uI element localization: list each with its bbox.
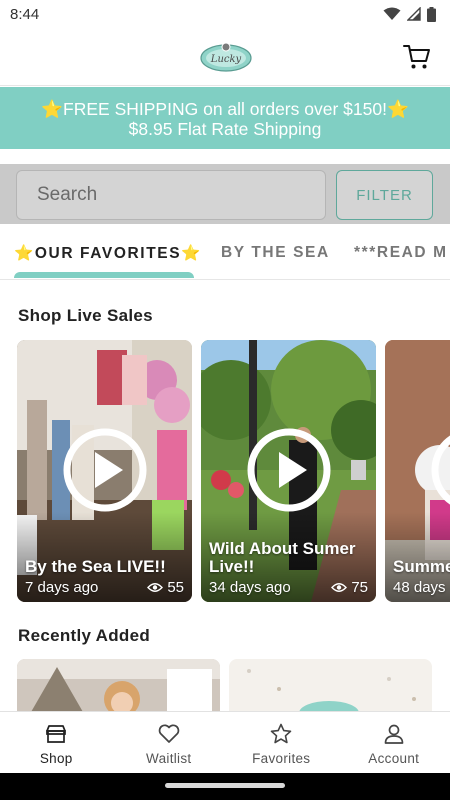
nav-waitlist[interactable]: Waitlist xyxy=(113,712,226,774)
store-logo[interactable]: Lucky xyxy=(199,40,253,74)
person-icon xyxy=(384,724,404,744)
category-tabs: ⭐OUR FAVORITES⭐ BY THE SEA ***READ M xyxy=(0,226,450,280)
tab-by-the-sea[interactable]: BY THE SEA xyxy=(221,226,330,279)
home-gesture-pill[interactable] xyxy=(165,783,285,788)
product-thumbnail xyxy=(229,659,432,711)
tab-read-more[interactable]: ***READ M xyxy=(354,226,448,279)
view-count: 55 xyxy=(147,579,184,596)
view-count-value: 55 xyxy=(167,579,184,596)
product-card[interactable] xyxy=(17,659,220,711)
play-icon[interactable] xyxy=(429,426,450,514)
nav-account-label: Account xyxy=(368,751,420,766)
promo-line-2: $8.95 Flat Rate Shipping xyxy=(128,119,322,139)
live-sale-title: By the Sea LIVE!! xyxy=(25,557,166,576)
signal-icon xyxy=(407,7,421,21)
play-icon[interactable] xyxy=(61,426,149,514)
promo-banner: ⭐FREE SHIPPING on all orders over $150!⭐… xyxy=(0,87,450,149)
eye-icon xyxy=(331,583,348,592)
app-header: Lucky xyxy=(0,28,450,86)
status-time: 8:44 xyxy=(10,5,40,23)
live-sale-title: Summe LIVE!! xyxy=(393,557,450,576)
nav-shop-label: Shop xyxy=(39,751,73,766)
live-sale-title: Wild About Sumer Live!! xyxy=(209,539,356,576)
search-input[interactable] xyxy=(16,170,326,220)
play-icon[interactable] xyxy=(245,426,333,514)
nav-waitlist-label: Waitlist xyxy=(146,751,192,766)
heart-icon xyxy=(158,724,180,743)
eye-icon xyxy=(147,583,164,592)
system-nav-bar xyxy=(0,773,450,800)
live-sale-date: 48 days xyxy=(393,579,446,596)
live-sale-date: 7 days ago xyxy=(25,579,99,596)
battery-icon xyxy=(427,6,436,22)
live-sales-carousel: By the Sea LIVE!! 7 days ago 55 Wild Abo… xyxy=(17,340,450,602)
view-count-value: 75 xyxy=(351,579,368,596)
nav-favorites[interactable]: Favorites xyxy=(225,712,338,774)
cart-icon[interactable] xyxy=(402,42,432,72)
status-bar: 8:44 xyxy=(0,0,450,28)
product-thumbnail xyxy=(17,659,220,711)
svg-text:Lucky: Lucky xyxy=(210,54,242,65)
filter-button[interactable]: FILTER xyxy=(336,170,433,220)
bottom-nav: Shop Waitlist Favorites Account xyxy=(0,711,450,773)
search-bar: FILTER xyxy=(0,164,450,224)
nav-account[interactable]: Account xyxy=(338,712,450,774)
star-icon xyxy=(270,723,292,744)
store-icon xyxy=(46,725,67,743)
live-sales-title: Shop Live Sales xyxy=(18,306,153,325)
live-sale-card[interactable]: Summe LIVE!! 48 days xyxy=(385,340,450,602)
live-sale-date: 34 days ago xyxy=(209,579,291,596)
wifi-icon xyxy=(383,7,401,20)
live-sale-card[interactable]: By the Sea LIVE!! 7 days ago 55 xyxy=(17,340,192,602)
recently-added-carousel xyxy=(17,659,450,711)
nav-shop[interactable]: Shop xyxy=(0,712,113,774)
view-count: 75 xyxy=(331,579,368,596)
live-sale-card[interactable]: Wild About Sumer Live!! 34 days ago 75 xyxy=(201,340,376,602)
product-card[interactable] xyxy=(229,659,432,711)
active-tab-indicator xyxy=(14,272,194,278)
nav-favorites-label: Favorites xyxy=(252,751,311,766)
recently-added-title: Recently Added xyxy=(18,626,151,645)
promo-line-1: ⭐FREE SHIPPING on all orders over $150!⭐ xyxy=(41,99,409,119)
